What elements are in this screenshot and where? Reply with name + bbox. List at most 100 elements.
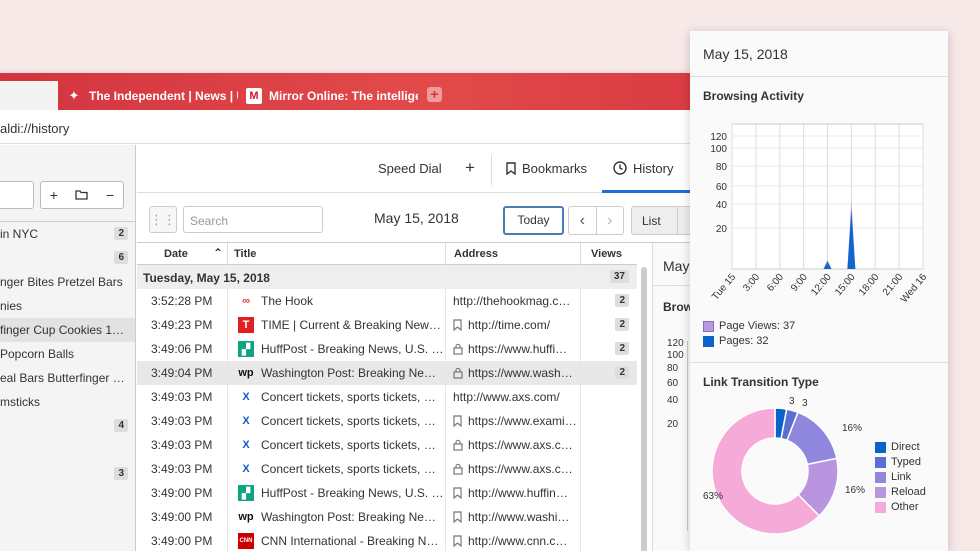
folder-icon[interactable] — [75, 187, 89, 203]
chevron-right-icon[interactable]: › — [597, 207, 624, 234]
pie-legend-item: Typed — [875, 456, 921, 468]
history-toolbar: ⋮⋮ Search May 15, 2018 Today ‹ › List — [137, 193, 700, 243]
panel-list-item[interactable]: nger Bites Pretzel Bars — [0, 270, 135, 294]
date-group-row[interactable]: Tuesday, May 15, 2018 37 — [137, 265, 637, 289]
table-row[interactable]: 3:49:03 PM X Concert tickets, sports ticke… — [137, 457, 637, 481]
panel-list-item[interactable]: 6 — [0, 246, 135, 270]
y-tick-label: 80 — [716, 162, 728, 173]
column-views[interactable]: Views — [591, 248, 622, 260]
active-tab[interactable] — [0, 81, 58, 110]
today-button[interactable]: Today — [503, 206, 564, 235]
row-address: https://www.exami… — [468, 414, 577, 428]
panel-list-item[interactable]: finger Cup Cookies 1… — [0, 318, 135, 342]
row-time: 3:49:03 PM — [151, 462, 213, 476]
row-title: TIME | Current & Breaking New… — [261, 318, 441, 332]
row-views-badge: 2 — [615, 294, 629, 307]
table-row[interactable]: 3:49:03 PM X Concert tickets, sports ticke… — [137, 385, 637, 409]
panel-list-item[interactable]: msticks — [0, 390, 135, 414]
stats-date: May — [663, 258, 690, 274]
table-row[interactable]: 3:49:04 PM wp Washington Post: Breaking Ne… — [137, 361, 637, 385]
stats-y-tick: 40 — [667, 395, 679, 406]
browsing-activity-title: Browsing Activity — [703, 89, 804, 103]
panel-list-item[interactable]: nies — [0, 294, 135, 318]
address-bar[interactable]: aldi://history — [0, 110, 700, 144]
new-tab-button[interactable]: + — [427, 87, 442, 102]
item-label: Popcorn Balls — [0, 347, 75, 361]
add-icon[interactable]: + — [50, 187, 58, 203]
row-views-badge: 2 — [615, 318, 629, 331]
panel-list-item[interactable]: eal Bars Butterfinger … — [0, 366, 135, 390]
slice-label: 16% — [842, 423, 862, 434]
legend-pages: Pages: 32 — [703, 335, 769, 347]
browsing-activity-chart: 120100 80 60 40 20 Tue 15 3:00 6:00 9:00 12:00 15:… — [710, 123, 930, 306]
row-title: CNN International - Breaking N… — [261, 534, 439, 548]
history-panel: + − in NYC 2 6 nger Bites Pretzel Bars nies f… — [0, 145, 136, 551]
table-row[interactable]: 3:49:23 PM T TIME | Current & Breaking New… — [137, 313, 637, 337]
x-tick-label: 9:00 — [789, 272, 810, 294]
stats-y-tick: 80 — [667, 363, 679, 374]
bookmark-icon — [453, 415, 462, 428]
y-tick-label: 20 — [716, 224, 728, 235]
table-row[interactable]: 3:49:00 PM CNN CNN International - Breakin… — [137, 529, 637, 551]
speed-dial-tab[interactable]: Speed Dial — [378, 161, 442, 176]
pie-legend-item: Reload — [875, 486, 926, 498]
panel-list-item[interactable] — [0, 438, 135, 462]
row-title: Washington Post: Breaking Ne… — [261, 510, 436, 524]
table-row[interactable]: 3:49:03 PM X Concert tickets, sports ticke… — [137, 433, 637, 457]
x-tick-label: 15:00 — [833, 272, 858, 299]
row-title: Concert tickets, sports tickets, … — [261, 438, 436, 452]
tab-bar: ✦ The Independent | News | UK M Mirror O… — [0, 73, 700, 110]
history-label: History — [633, 161, 674, 176]
swatch — [875, 441, 886, 453]
table-row[interactable]: 3:49:00 PM wp Washington Post: Breaking Ne… — [137, 505, 637, 529]
scrollbar[interactable] — [641, 267, 647, 551]
bookmarks-tab[interactable]: Bookmarks — [506, 161, 587, 176]
row-title: Concert tickets, sports tickets, … — [261, 390, 436, 404]
huffpost-icon: ▞ — [238, 485, 254, 501]
item-label: eal Bars Butterfinger … — [0, 371, 125, 385]
swatch — [703, 335, 714, 347]
slice-label: 3 — [802, 398, 808, 409]
add-speed-dial-button[interactable]: + — [465, 158, 475, 178]
chevron-left-icon[interactable]: ‹ — [569, 207, 597, 234]
column-address[interactable]: Address — [454, 248, 498, 260]
history-tab[interactable]: History — [613, 161, 673, 176]
grid-toggle-icon[interactable]: ⋮⋮ — [149, 206, 177, 233]
tab-mirror[interactable]: M Mirror Online: The intelligent — [238, 82, 418, 110]
legend-label: Typed — [891, 456, 921, 468]
row-address: http://www.axs.com/ — [453, 390, 560, 404]
row-title: Concert tickets, sports tickets, … — [261, 414, 436, 428]
panel-list-item[interactable]: in NYC 2 — [0, 222, 135, 246]
row-address: http://www.huffin… — [468, 486, 568, 500]
column-date[interactable]: Date — [164, 248, 188, 260]
stats-y-tick: 100 — [667, 350, 684, 361]
table-row[interactable]: 3:49:06 PM ▞ HuffPost - Breaking News, U.S… — [137, 337, 637, 361]
huffpost-icon: ▞ — [238, 341, 254, 357]
row-address: https://www.huffi… — [468, 342, 568, 356]
history-popup: May 15, 2018 Browsing Activity 120 100 80 6… — [690, 31, 948, 551]
pie-legend-item: Link — [875, 471, 911, 483]
table-row[interactable]: 3:49:00 PM ▞ HuffPost - Breaking News, U.S… — [137, 481, 637, 505]
slice-label: 16% — [845, 485, 865, 496]
y-tick-label: 100 — [710, 144, 727, 155]
panel-search-input[interactable] — [0, 181, 34, 209]
sort-up-icon[interactable]: ⌃ — [213, 246, 223, 260]
tab-independent[interactable]: ✦ The Independent | News | UK — [58, 82, 238, 110]
table-row[interactable]: 3:52:28 PM ∞ The Hook http://thehookmag.c… 2 — [137, 289, 637, 313]
row-time: 3:49:00 PM — [151, 486, 213, 500]
history-search-input[interactable]: Search — [183, 206, 323, 233]
x-tick-label: Wed 16 — [899, 272, 930, 306]
panel-list-item[interactable]: 4 — [0, 414, 135, 438]
axs-icon: X — [242, 415, 250, 427]
remove-icon[interactable]: − — [106, 187, 114, 203]
row-time: 3:52:28 PM — [151, 294, 213, 308]
table-row[interactable]: 3:49:03 PM X Concert tickets, sports ticke… — [137, 409, 637, 433]
panel-list-item[interactable]: 3 — [0, 462, 135, 486]
row-address: http://thehookmag.c… — [453, 294, 571, 308]
panel-list-item[interactable]: Popcorn Balls — [0, 342, 135, 366]
column-title[interactable]: Title — [234, 248, 256, 260]
bookmark-icon — [453, 319, 462, 332]
row-title: The Hook — [261, 294, 314, 308]
lock-icon — [453, 439, 463, 451]
legend-label: Direct — [891, 441, 920, 453]
